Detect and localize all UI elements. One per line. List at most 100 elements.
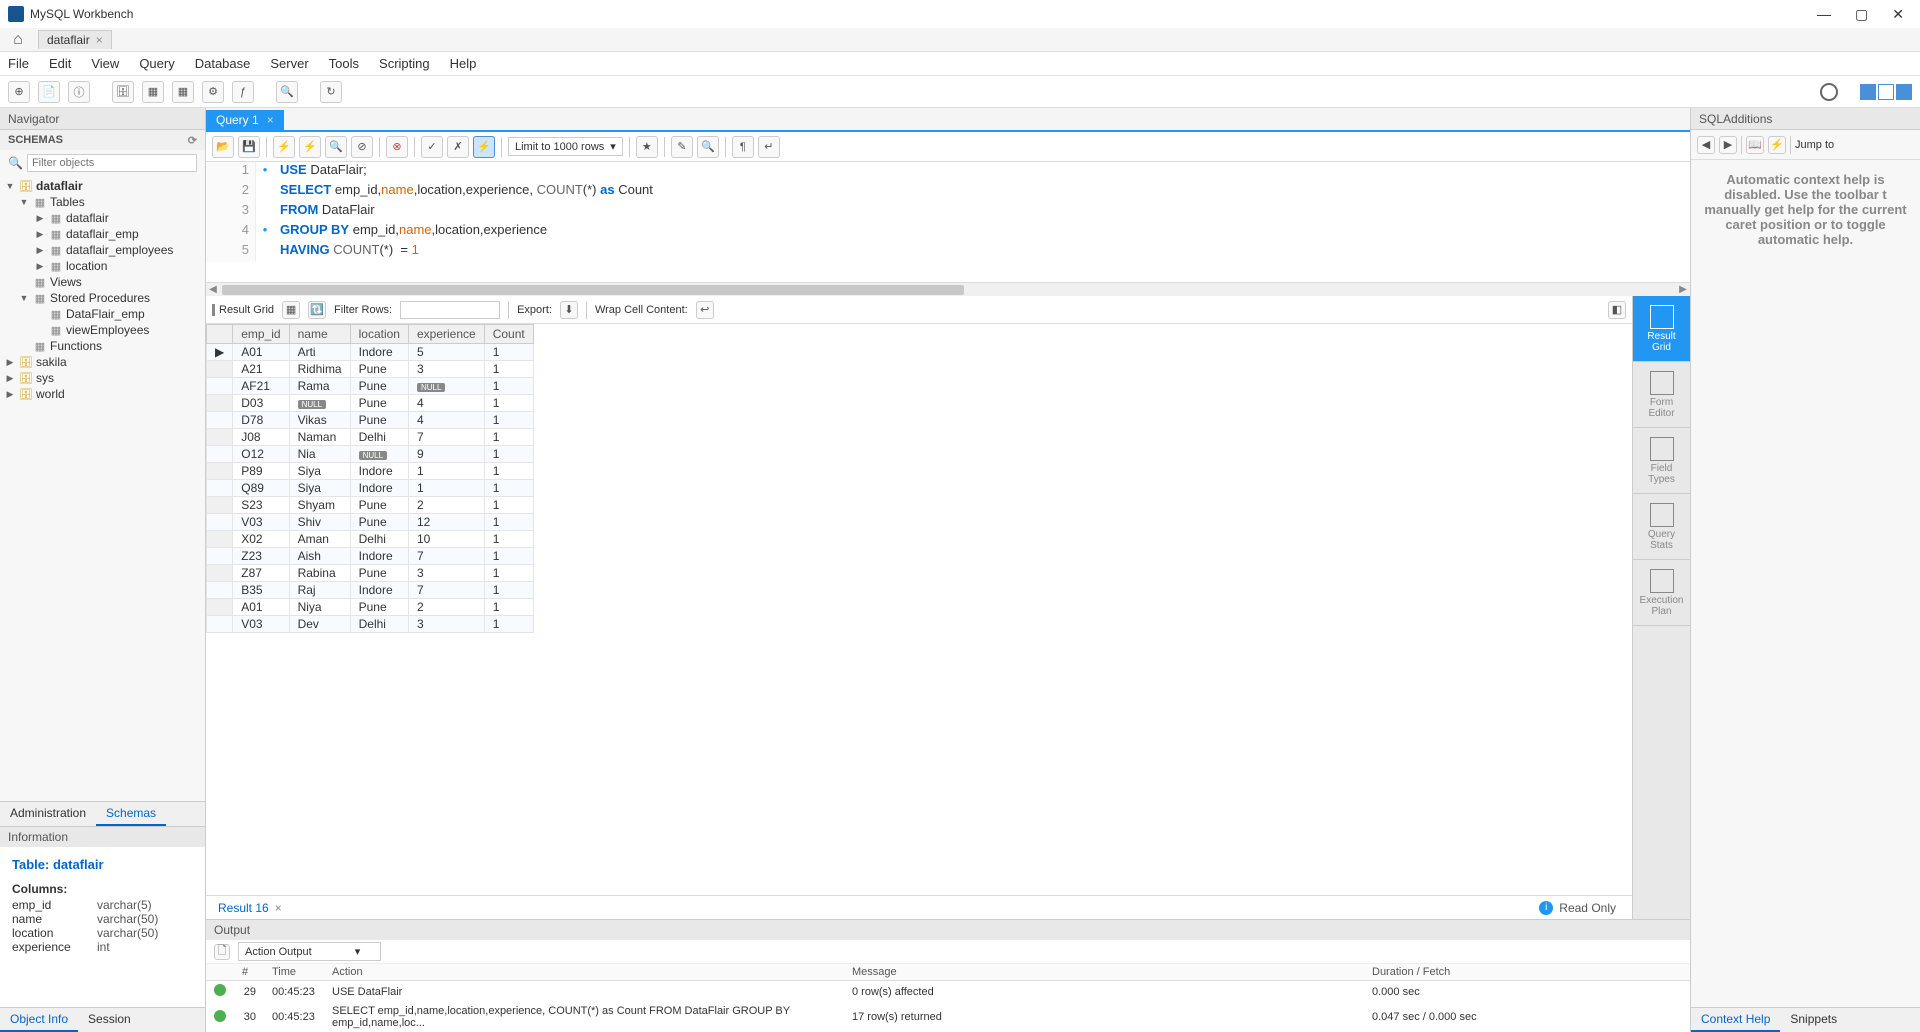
menu-database[interactable]: Database	[195, 56, 251, 71]
table-row[interactable]: ▶A01ArtiIndore51	[207, 344, 534, 361]
close-button[interactable]: ✕	[1892, 6, 1904, 23]
editor-line[interactable]: 4•GROUP BY emp_id,name,location,experien…	[206, 222, 1690, 242]
editor-line[interactable]: 5HAVING COUNT(*) = 1	[206, 242, 1690, 262]
create-schema-icon[interactable]: 🗄	[112, 81, 134, 103]
editor-line[interactable]: 3FROM DataFlair	[206, 202, 1690, 222]
maximize-button[interactable]: ▢	[1855, 6, 1868, 23]
open-file-icon[interactable]: 📂	[212, 136, 234, 158]
table-row[interactable]: S23ShyamPune21	[207, 497, 534, 514]
column-header[interactable]: emp_id	[233, 325, 289, 344]
sidebtn-result-grid[interactable]: ResultGrid	[1633, 296, 1690, 362]
filter-toggle-icon[interactable]: 🔃	[308, 301, 326, 319]
tab-administration[interactable]: Administration	[0, 802, 96, 826]
output-row[interactable]: 3000:45:23SELECT emp_id,name,location,ex…	[206, 1002, 1690, 1032]
create-fn-icon[interactable]: ƒ	[232, 81, 254, 103]
toggle-sidebar-button[interactable]	[1860, 84, 1876, 100]
close-icon[interactable]: ×	[275, 901, 282, 915]
execute-icon[interactable]: ⚡	[273, 136, 295, 158]
sidebtn-query-stats[interactable]: QueryStats	[1633, 494, 1690, 560]
new-sql-tab-icon[interactable]: ⊕	[8, 81, 30, 103]
jump-to-label[interactable]: Jump to	[1795, 139, 1834, 151]
tree-sp-DataFlair_emp[interactable]: ▦DataFlair_emp	[0, 306, 205, 322]
wrap-cell-icon[interactable]: ↩	[696, 301, 714, 319]
create-sp-icon[interactable]: ⚙	[202, 81, 224, 103]
reconnect-icon[interactable]: ↻	[320, 81, 342, 103]
horizontal-scrollbar[interactable]: ◀ ▶	[206, 282, 1690, 296]
refresh-icon[interactable]: ⟳	[188, 134, 197, 147]
column-header[interactable]: experience	[408, 325, 484, 344]
sidebtn-form-editor[interactable]: FormEditor	[1633, 362, 1690, 428]
table-row[interactable]: A21RidhimaPune31	[207, 361, 534, 378]
nav-fwd-icon[interactable]: ▶	[1719, 136, 1737, 154]
table-row[interactable]: O12NiaNULL91	[207, 446, 534, 463]
tree-sp-viewEmployees[interactable]: ▦viewEmployees	[0, 322, 205, 338]
connection-tab[interactable]: dataflair ×	[38, 30, 112, 49]
results-grid[interactable]: emp_idnamelocationexperienceCount▶A01Art…	[206, 324, 1632, 895]
toggle-output-button[interactable]	[1878, 84, 1894, 100]
filter-rows-input[interactable]	[400, 301, 500, 319]
create-view-icon[interactable]: ▦	[172, 81, 194, 103]
menu-query[interactable]: Query	[139, 56, 174, 71]
explain-icon[interactable]: 🔍	[325, 136, 347, 158]
tree-tables[interactable]: ▼▦Tables	[0, 194, 205, 210]
tree-table-dataflair_employees[interactable]: ▶▦dataflair_employees	[0, 242, 205, 258]
tab-context-help[interactable]: Context Help	[1691, 1008, 1780, 1032]
table-row[interactable]: P89SiyaIndore11	[207, 463, 534, 480]
menu-edit[interactable]: Edit	[49, 56, 71, 71]
tab-session[interactable]: Session	[78, 1008, 141, 1032]
tree-db-dataflair[interactable]: ▼🗄dataflair	[0, 178, 205, 194]
gear-icon[interactable]	[1820, 83, 1838, 101]
tree-sp[interactable]: ▼▦Stored Procedures	[0, 290, 205, 306]
column-header[interactable]: location	[350, 325, 408, 344]
output-clear-icon[interactable]: 🗋	[214, 944, 230, 960]
sidebtn-field-types[interactable]: FieldTypes	[1633, 428, 1690, 494]
nav-back-icon[interactable]: ◀	[1697, 136, 1715, 154]
table-row[interactable]: Z23AishIndore71	[207, 548, 534, 565]
table-row[interactable]: V03ShivPune121	[207, 514, 534, 531]
tree-db-sakila[interactable]: ▶🗄sakila	[0, 354, 205, 370]
menu-tools[interactable]: Tools	[329, 56, 359, 71]
column-header[interactable]: Count	[484, 325, 533, 344]
tab-snippets[interactable]: Snippets	[1780, 1008, 1847, 1032]
beautify-icon[interactable]: ★	[636, 136, 658, 158]
tree-functions[interactable]: ▦Functions	[0, 338, 205, 354]
tab-schemas[interactable]: Schemas	[96, 802, 166, 826]
menu-server[interactable]: Server	[270, 56, 308, 71]
search-icon[interactable]: 🔍	[697, 136, 719, 158]
table-row[interactable]: Z87RabinaPune31	[207, 565, 534, 582]
menu-scripting[interactable]: Scripting	[379, 56, 430, 71]
grid-icon[interactable]: ▦	[282, 301, 300, 319]
tree-db-world[interactable]: ▶🗄world	[0, 386, 205, 402]
execute-current-icon[interactable]: ⚡	[299, 136, 321, 158]
save-icon[interactable]: 💾	[238, 136, 260, 158]
result-tab[interactable]: Result 16 ×	[212, 899, 288, 917]
tab-object-info[interactable]: Object Info	[0, 1008, 78, 1032]
sidebtn-execution-plan[interactable]: ExecutionPlan	[1633, 560, 1690, 626]
inspector-icon[interactable]: ⓘ	[68, 81, 90, 103]
limit-rows-dropdown[interactable]: Limit to 1000 rows ▾	[508, 137, 623, 156]
table-row[interactable]: X02AmanDelhi101	[207, 531, 534, 548]
create-table-icon[interactable]: ▦	[142, 81, 164, 103]
table-row[interactable]: J08NamanDelhi71	[207, 429, 534, 446]
open-sql-icon[interactable]: 📄	[38, 81, 60, 103]
minimize-button[interactable]: —	[1817, 6, 1831, 23]
tree-table-dataflair[interactable]: ▶▦dataflair	[0, 210, 205, 226]
menu-help[interactable]: Help	[450, 56, 477, 71]
commit-icon[interactable]: ✓	[421, 136, 443, 158]
help-icon[interactable]: 📖	[1746, 136, 1764, 154]
table-row[interactable]: A01NiyaPune21	[207, 599, 534, 616]
output-type-dropdown[interactable]: Action Output ▾	[238, 942, 381, 961]
column-header[interactable]: name	[289, 325, 350, 344]
export-icon[interactable]: ⬇	[560, 301, 578, 319]
tree-views[interactable]: ▦Views	[0, 274, 205, 290]
no-commit-icon[interactable]: ⊗	[386, 136, 408, 158]
menu-file[interactable]: File	[8, 56, 29, 71]
toggle-secondary-button[interactable]	[1896, 84, 1912, 100]
search-icon[interactable]: 🔍	[276, 81, 298, 103]
auto-help-icon[interactable]: ⚡	[1768, 136, 1786, 154]
table-row[interactable]: D03NULLPune41	[207, 395, 534, 412]
table-row[interactable]: D78VikasPune41	[207, 412, 534, 429]
panel-icon[interactable]: ◧	[1608, 301, 1626, 319]
output-row[interactable]: 2900:45:23USE DataFlair0 row(s) affected…	[206, 981, 1690, 1003]
filter-objects-input[interactable]	[27, 154, 197, 172]
